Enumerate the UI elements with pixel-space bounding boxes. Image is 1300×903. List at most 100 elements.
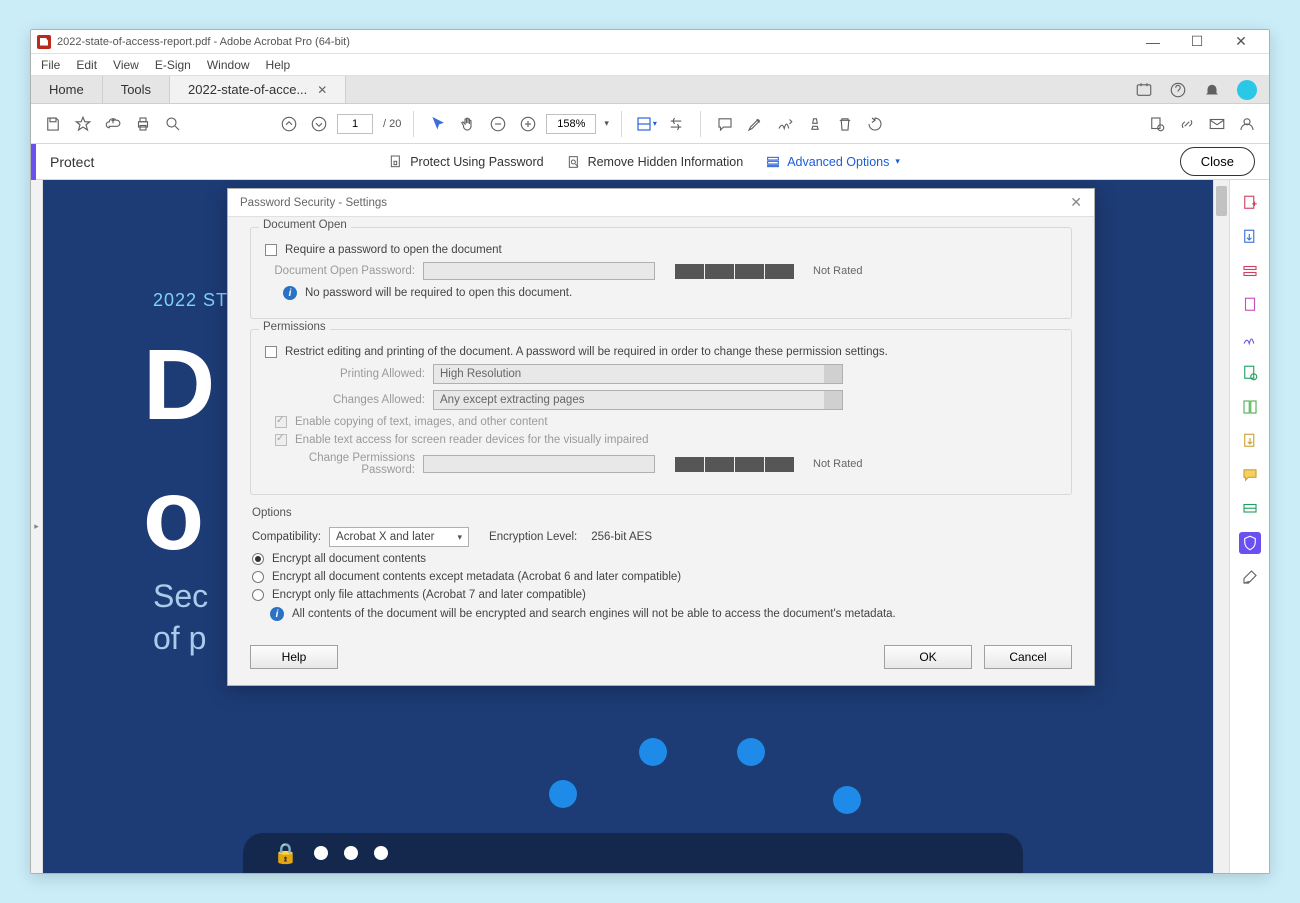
dialog-close-icon[interactable]: ✕ [1070,194,1082,211]
permissions-password-input [423,455,655,473]
app-window: 2022-state-of-access-report.pdf - Adobe … [30,29,1270,874]
encrypt-all-label: Encrypt all document contents [272,553,426,565]
tab-document[interactable]: 2022-state-of-acce... ✕ [170,76,346,103]
menu-esign[interactable]: E-Sign [147,56,199,74]
window-close-button[interactable]: ✕ [1219,31,1263,53]
enable-copying-label: Enable copying of text, images, and othe… [295,416,548,428]
rail-sign-icon[interactable] [1239,328,1261,350]
scroll-thumb[interactable] [1216,186,1227,216]
find-icon[interactable] [161,112,185,136]
options-section: Options Compatibility: Acrobat X and lat… [250,507,1072,633]
bell-icon[interactable] [1203,81,1221,99]
info-icon: i [270,607,284,621]
document-open-section: Document Open Require a password to open… [250,227,1072,319]
link-icon[interactable] [1175,112,1199,136]
page-up-icon[interactable] [277,112,301,136]
strength-label-2: Not Rated [813,458,863,470]
rail-redact-icon[interactable] [1239,430,1261,452]
rail-protect-icon[interactable] [1239,532,1261,554]
rail-create-icon[interactable] [1239,192,1261,214]
rail-edit-icon[interactable] [1239,260,1261,282]
sign-icon[interactable] [773,112,797,136]
rail-export-icon[interactable] [1239,226,1261,248]
protect-close-button[interactable]: Close [1180,147,1255,176]
compatibility-dropdown[interactable]: Acrobat X and later [329,527,469,547]
tab-home[interactable]: Home [31,76,103,103]
menu-edit[interactable]: Edit [68,56,105,74]
menu-view[interactable]: View [105,56,147,74]
right-tool-rail [1229,180,1269,873]
zoom-in-icon[interactable] [516,112,540,136]
trash-icon[interactable] [833,112,857,136]
stamp-icon[interactable] [803,112,827,136]
save-icon[interactable] [41,112,65,136]
titlebar-text: 2022-state-of-access-report.pdf - Adobe … [57,36,1131,48]
share-icon[interactable] [1135,81,1153,99]
hand-icon[interactable] [456,112,480,136]
tab-tools[interactable]: Tools [103,76,170,103]
help-button[interactable]: Help [250,645,338,669]
changes-allowed-dropdown: Any except extracting pages [433,390,843,410]
highlight-icon[interactable] [743,112,767,136]
doc-decoration [833,786,861,814]
permissions-legend: Permissions [259,321,330,333]
rail-organize-icon[interactable] [1239,294,1261,316]
maximize-button[interactable]: ☐ [1175,31,1219,53]
rotate-icon[interactable] [863,112,887,136]
pointer-icon[interactable] [426,112,450,136]
protect-password[interactable]: Protect Using Password [388,154,543,170]
zoom-value[interactable]: 158% [546,114,596,134]
encrypt-except-metadata-radio[interactable] [252,571,264,583]
tab-close-icon[interactable]: ✕ [317,83,327,97]
restrict-editing-checkbox[interactable] [265,346,277,358]
menubar: File Edit View E-Sign Window Help [31,54,1269,76]
permissions-password-label: Change Permissions Password: [265,452,415,476]
encrypt-all-radio[interactable] [252,553,264,565]
scroll-mode-icon[interactable] [664,112,688,136]
fit-width-icon[interactable]: ▾ [634,112,658,136]
doc-decoration [639,738,667,766]
encrypt-except-metadata-label: Encrypt all document contents except met… [272,571,681,583]
page-input[interactable] [337,114,373,134]
document-open-legend: Document Open [259,219,351,231]
doc-decoration [549,780,577,808]
ok-button[interactable]: OK [884,645,972,669]
export-icon[interactable] [1145,112,1169,136]
encrypt-attachments-radio[interactable] [252,589,264,601]
advanced-options[interactable]: Advanced Options ▾ [765,154,900,170]
open-password-label: Document Open Password: [265,265,415,277]
vertical-scrollbar[interactable] [1213,180,1229,873]
rail-more-tools-icon[interactable] [1239,566,1261,588]
menu-window[interactable]: Window [199,56,258,74]
minimize-button[interactable]: — [1131,31,1175,53]
rail-combine-icon[interactable] [1239,396,1261,418]
protect-label: Protect [36,154,108,170]
rail-comment-icon[interactable] [1239,464,1261,486]
zoom-out-icon[interactable] [486,112,510,136]
menu-file[interactable]: File [33,56,68,74]
print-icon[interactable] [131,112,155,136]
left-panel-toggle[interactable]: ▸ [31,180,43,873]
star-icon[interactable] [71,112,95,136]
require-password-checkbox[interactable] [265,244,277,256]
rail-scan-icon[interactable] [1239,498,1261,520]
remove-hidden-info[interactable]: Remove Hidden Information [566,154,744,170]
cancel-button[interactable]: Cancel [984,645,1072,669]
avatar[interactable] [1237,80,1257,100]
comment-icon[interactable] [713,112,737,136]
enable-screenreader-label: Enable text access for screen reader dev… [295,434,648,446]
menu-help[interactable]: Help [258,56,299,74]
people-icon[interactable] [1235,112,1259,136]
changes-allowed-label: Changes Allowed: [265,394,425,406]
help-icon[interactable] [1169,81,1187,99]
zoom-caret-icon[interactable]: ▾ [604,118,609,129]
document-canvas[interactable]: 2022 ST D o Secof p 🔒 Password Security … [43,180,1213,873]
rail-compress-icon[interactable] [1239,362,1261,384]
doc-decoration [737,738,765,766]
doc-text-big1: D [143,328,213,443]
strength-label: Not Rated [813,265,863,277]
mail-icon[interactable] [1205,112,1229,136]
page-down-icon[interactable] [307,112,331,136]
tabright [1135,76,1269,103]
cloud-icon[interactable] [101,112,125,136]
